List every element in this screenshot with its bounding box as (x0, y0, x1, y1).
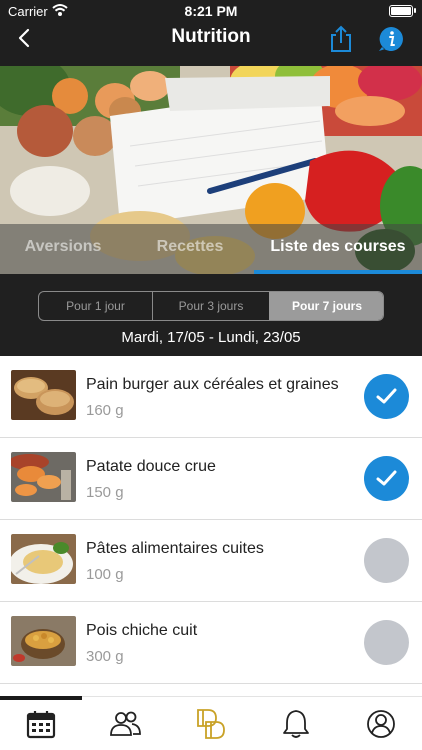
checked-icon[interactable] (364, 374, 409, 419)
list-item[interactable]: Pâtes alimentaires cuites 100 g (0, 520, 422, 602)
period-3-days[interactable]: Pour 3 jours (153, 292, 269, 320)
shopping-list: Pain burger aux céréales et graines 160 … (0, 356, 422, 684)
item-name: Pois chiche cuit (86, 622, 198, 639)
item-thumbnail (11, 616, 76, 666)
tab-aversions[interactable]: Aversions (0, 224, 126, 270)
battery-tip (414, 8, 416, 13)
tab-recettes[interactable]: Recettes (126, 224, 254, 270)
period-7-days[interactable]: Pour 7 jours (269, 292, 383, 320)
community-icon[interactable] (108, 707, 142, 741)
period-panel: Pour 1 jour Pour 3 jours Pour 7 jours Ma… (0, 274, 422, 356)
calendar-icon[interactable] (24, 707, 58, 741)
list-item[interactable]: Pain burger aux céréales et graines 160 … (0, 356, 422, 438)
item-thumbnail (11, 452, 76, 502)
period-1-day[interactable]: Pour 1 jour (39, 292, 153, 320)
checked-icon[interactable] (364, 456, 409, 501)
battery-icon (389, 5, 413, 17)
item-quantity: 160 g (86, 402, 124, 419)
item-quantity: 100 g (86, 566, 124, 583)
unchecked-icon[interactable] (364, 538, 409, 583)
item-thumbnail (11, 534, 76, 584)
bell-icon[interactable] (279, 707, 313, 741)
item-quantity: 150 g (86, 484, 124, 501)
top-bar: Carrier 8:21 PM Nutrition (0, 0, 422, 66)
section-tabs: Aversions Recettes Liste des courses (0, 224, 422, 274)
item-name: Patate douce crue (86, 458, 216, 475)
profile-icon[interactable] (364, 707, 398, 741)
active-nav-indicator (0, 696, 82, 700)
item-name: Pain burger aux céréales et graines (86, 376, 339, 393)
info-icon[interactable] (377, 25, 405, 53)
unchecked-icon[interactable] (364, 620, 409, 665)
item-quantity: 300 g (86, 648, 124, 665)
item-thumbnail (11, 370, 76, 420)
date-range: Mardi, 17/05 - Lundi, 23/05 (121, 329, 301, 346)
period-segmented-control: Pour 1 jour Pour 3 jours Pour 7 jours (38, 291, 384, 321)
share-icon[interactable] (328, 25, 354, 53)
item-name: Pâtes alimentaires cuites (86, 540, 264, 557)
bottom-tab-bar (0, 696, 422, 750)
tab-liste-des-courses[interactable]: Liste des courses (254, 224, 422, 270)
list-item[interactable]: Pois chiche cuit 300 g (0, 602, 422, 684)
brand-logo-icon[interactable] (194, 707, 228, 741)
page-title: Nutrition (171, 26, 251, 47)
status-time: 8:21 PM (184, 3, 238, 19)
status-bar: Carrier 8:21 PM (0, 0, 422, 22)
list-item[interactable]: Patate douce crue 150 g (0, 438, 422, 520)
